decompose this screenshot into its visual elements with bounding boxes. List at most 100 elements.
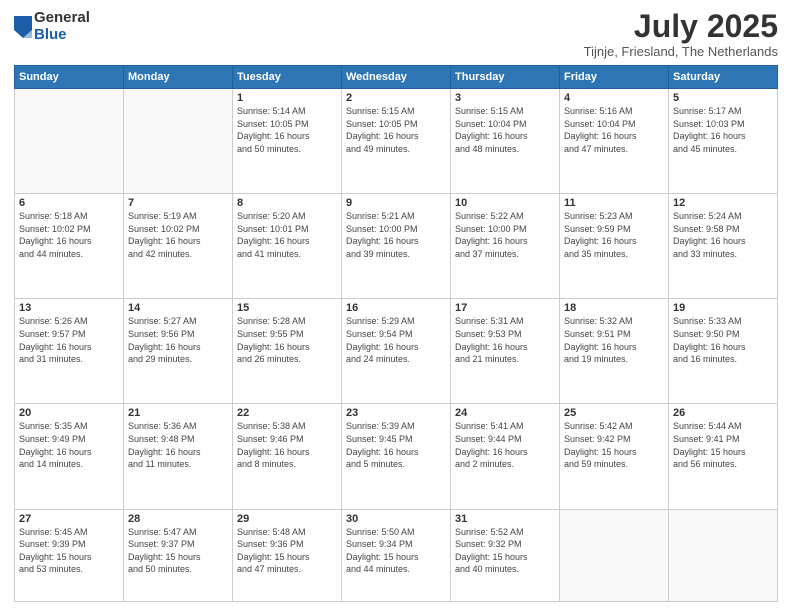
day-number: 21: [128, 407, 228, 419]
table-row: 19Sunrise: 5:33 AMSunset: 9:50 PMDayligh…: [669, 299, 778, 404]
table-row: 6Sunrise: 5:18 AMSunset: 10:02 PMDayligh…: [15, 194, 124, 299]
day-info: Sunrise: 5:48 AMSunset: 9:36 PMDaylight:…: [237, 526, 337, 576]
table-row: [124, 89, 233, 194]
table-row: 5Sunrise: 5:17 AMSunset: 10:03 PMDayligh…: [669, 89, 778, 194]
day-number: 12: [673, 197, 773, 209]
logo-text: General Blue: [34, 10, 90, 43]
day-info: Sunrise: 5:50 AMSunset: 9:34 PMDaylight:…: [346, 526, 446, 576]
table-row: 14Sunrise: 5:27 AMSunset: 9:56 PMDayligh…: [124, 299, 233, 404]
day-info: Sunrise: 5:15 AMSunset: 10:05 PMDaylight…: [346, 105, 446, 155]
col-friday: Friday: [560, 66, 669, 89]
day-number: 28: [128, 513, 228, 525]
table-row: 17Sunrise: 5:31 AMSunset: 9:53 PMDayligh…: [451, 299, 560, 404]
day-info: Sunrise: 5:41 AMSunset: 9:44 PMDaylight:…: [455, 420, 555, 470]
table-row: 30Sunrise: 5:50 AMSunset: 9:34 PMDayligh…: [342, 509, 451, 601]
day-number: 1: [237, 92, 337, 104]
day-info: Sunrise: 5:19 AMSunset: 10:02 PMDaylight…: [128, 210, 228, 260]
day-number: 3: [455, 92, 555, 104]
day-info: Sunrise: 5:31 AMSunset: 9:53 PMDaylight:…: [455, 315, 555, 365]
day-number: 23: [346, 407, 446, 419]
location-title: Tijnje, Friesland, The Netherlands: [584, 44, 778, 59]
table-row: 21Sunrise: 5:36 AMSunset: 9:48 PMDayligh…: [124, 404, 233, 509]
table-row: 23Sunrise: 5:39 AMSunset: 9:45 PMDayligh…: [342, 404, 451, 509]
header-row: Sunday Monday Tuesday Wednesday Thursday…: [15, 66, 778, 89]
day-info: Sunrise: 5:26 AMSunset: 9:57 PMDaylight:…: [19, 315, 119, 365]
table-row: 7Sunrise: 5:19 AMSunset: 10:02 PMDayligh…: [124, 194, 233, 299]
col-sunday: Sunday: [15, 66, 124, 89]
table-row: 15Sunrise: 5:28 AMSunset: 9:55 PMDayligh…: [233, 299, 342, 404]
day-number: 4: [564, 92, 664, 104]
logo-blue: Blue: [34, 27, 90, 44]
day-info: Sunrise: 5:52 AMSunset: 9:32 PMDaylight:…: [455, 526, 555, 576]
table-row: [560, 509, 669, 601]
col-wednesday: Wednesday: [342, 66, 451, 89]
day-number: 17: [455, 302, 555, 314]
day-info: Sunrise: 5:44 AMSunset: 9:41 PMDaylight:…: [673, 420, 773, 470]
day-number: 11: [564, 197, 664, 209]
table-row: 27Sunrise: 5:45 AMSunset: 9:39 PMDayligh…: [15, 509, 124, 601]
table-row: 22Sunrise: 5:38 AMSunset: 9:46 PMDayligh…: [233, 404, 342, 509]
logo: General Blue: [14, 10, 90, 43]
day-number: 18: [564, 302, 664, 314]
table-row: 10Sunrise: 5:22 AMSunset: 10:00 PMDaylig…: [451, 194, 560, 299]
day-number: 8: [237, 197, 337, 209]
day-info: Sunrise: 5:17 AMSunset: 10:03 PMDaylight…: [673, 105, 773, 155]
col-monday: Monday: [124, 66, 233, 89]
day-info: Sunrise: 5:39 AMSunset: 9:45 PMDaylight:…: [346, 420, 446, 470]
day-number: 30: [346, 513, 446, 525]
table-row: 12Sunrise: 5:24 AMSunset: 9:58 PMDayligh…: [669, 194, 778, 299]
day-number: 22: [237, 407, 337, 419]
day-number: 25: [564, 407, 664, 419]
day-info: Sunrise: 5:45 AMSunset: 9:39 PMDaylight:…: [19, 526, 119, 576]
day-info: Sunrise: 5:42 AMSunset: 9:42 PMDaylight:…: [564, 420, 664, 470]
table-row: 16Sunrise: 5:29 AMSunset: 9:54 PMDayligh…: [342, 299, 451, 404]
day-info: Sunrise: 5:33 AMSunset: 9:50 PMDaylight:…: [673, 315, 773, 365]
day-number: 19: [673, 302, 773, 314]
table-row: 18Sunrise: 5:32 AMSunset: 9:51 PMDayligh…: [560, 299, 669, 404]
day-number: 7: [128, 197, 228, 209]
table-row: 26Sunrise: 5:44 AMSunset: 9:41 PMDayligh…: [669, 404, 778, 509]
col-tuesday: Tuesday: [233, 66, 342, 89]
table-row: 3Sunrise: 5:15 AMSunset: 10:04 PMDayligh…: [451, 89, 560, 194]
day-info: Sunrise: 5:15 AMSunset: 10:04 PMDaylight…: [455, 105, 555, 155]
table-row: 20Sunrise: 5:35 AMSunset: 9:49 PMDayligh…: [15, 404, 124, 509]
day-number: 26: [673, 407, 773, 419]
day-info: Sunrise: 5:23 AMSunset: 9:59 PMDaylight:…: [564, 210, 664, 260]
logo-general: General: [34, 10, 90, 27]
day-number: 9: [346, 197, 446, 209]
table-row: [15, 89, 124, 194]
month-title: July 2025: [584, 10, 778, 42]
table-row: 28Sunrise: 5:47 AMSunset: 9:37 PMDayligh…: [124, 509, 233, 601]
day-info: Sunrise: 5:29 AMSunset: 9:54 PMDaylight:…: [346, 315, 446, 365]
day-info: Sunrise: 5:20 AMSunset: 10:01 PMDaylight…: [237, 210, 337, 260]
day-info: Sunrise: 5:47 AMSunset: 9:37 PMDaylight:…: [128, 526, 228, 576]
table-row: 29Sunrise: 5:48 AMSunset: 9:36 PMDayligh…: [233, 509, 342, 601]
day-info: Sunrise: 5:21 AMSunset: 10:00 PMDaylight…: [346, 210, 446, 260]
day-number: 5: [673, 92, 773, 104]
title-block: July 2025 Tijnje, Friesland, The Netherl…: [584, 10, 778, 59]
day-number: 10: [455, 197, 555, 209]
day-number: 13: [19, 302, 119, 314]
day-number: 27: [19, 513, 119, 525]
col-saturday: Saturday: [669, 66, 778, 89]
day-number: 2: [346, 92, 446, 104]
table-row: 13Sunrise: 5:26 AMSunset: 9:57 PMDayligh…: [15, 299, 124, 404]
day-number: 29: [237, 513, 337, 525]
day-info: Sunrise: 5:27 AMSunset: 9:56 PMDaylight:…: [128, 315, 228, 365]
day-info: Sunrise: 5:28 AMSunset: 9:55 PMDaylight:…: [237, 315, 337, 365]
col-thursday: Thursday: [451, 66, 560, 89]
header: General Blue July 2025 Tijnje, Friesland…: [14, 10, 778, 59]
day-info: Sunrise: 5:32 AMSunset: 9:51 PMDaylight:…: [564, 315, 664, 365]
day-number: 16: [346, 302, 446, 314]
day-number: 15: [237, 302, 337, 314]
calendar: Sunday Monday Tuesday Wednesday Thursday…: [14, 65, 778, 602]
day-info: Sunrise: 5:24 AMSunset: 9:58 PMDaylight:…: [673, 210, 773, 260]
table-row: [669, 509, 778, 601]
table-row: 1Sunrise: 5:14 AMSunset: 10:05 PMDayligh…: [233, 89, 342, 194]
day-info: Sunrise: 5:35 AMSunset: 9:49 PMDaylight:…: [19, 420, 119, 470]
page: General Blue July 2025 Tijnje, Friesland…: [0, 0, 792, 612]
day-number: 24: [455, 407, 555, 419]
table-row: 24Sunrise: 5:41 AMSunset: 9:44 PMDayligh…: [451, 404, 560, 509]
table-row: 25Sunrise: 5:42 AMSunset: 9:42 PMDayligh…: [560, 404, 669, 509]
table-row: 9Sunrise: 5:21 AMSunset: 10:00 PMDayligh…: [342, 194, 451, 299]
